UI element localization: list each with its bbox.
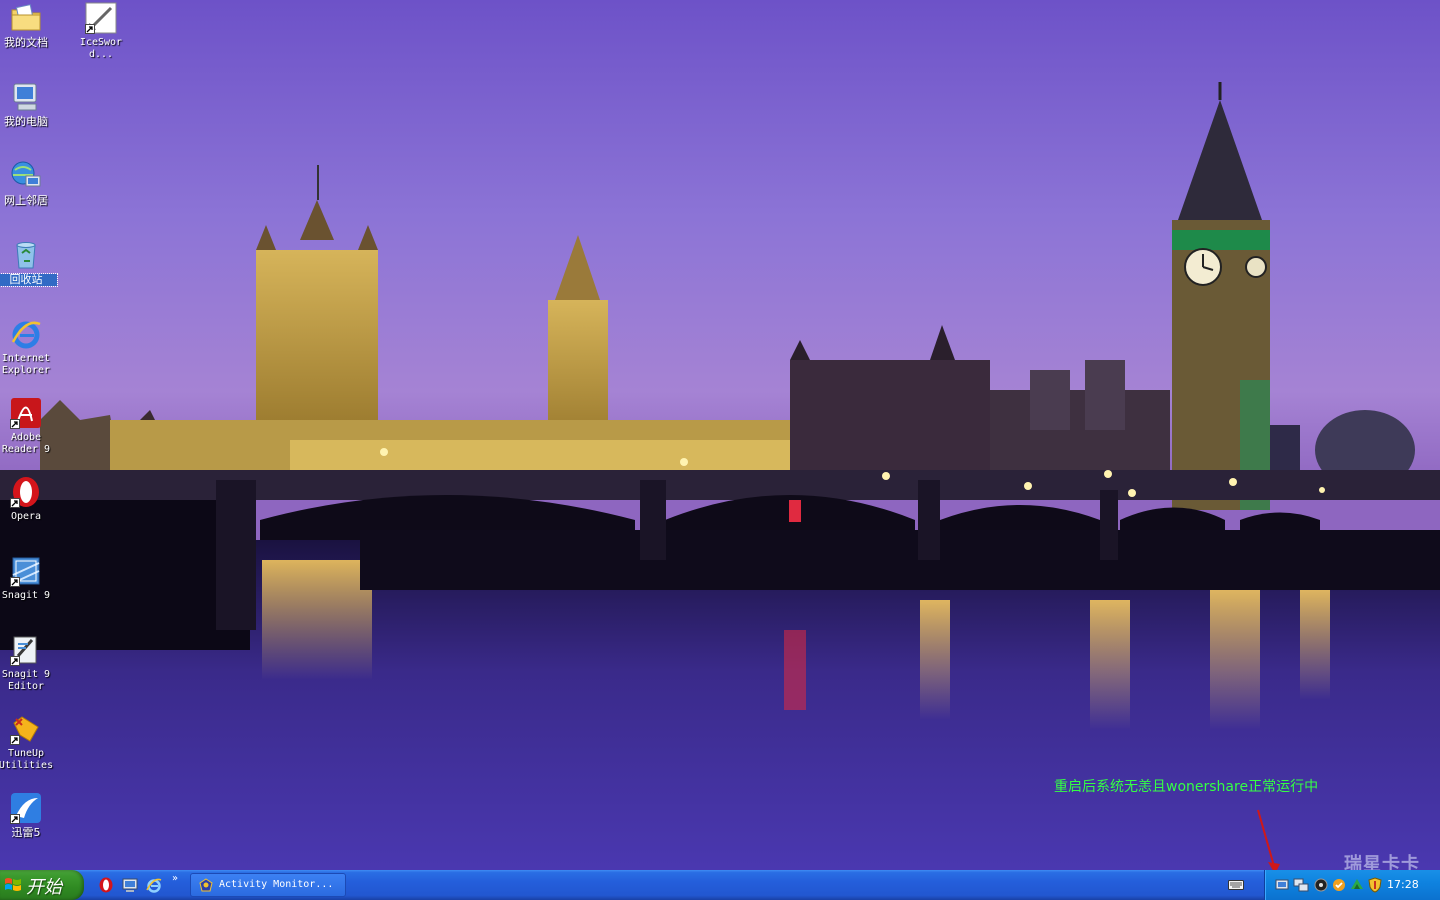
desktop-icon-label: IceSword...	[79, 37, 123, 60]
desktop-icon-my-documents[interactable]: 我的文档	[0, 2, 57, 49]
desktop-icon-icesword[interactable]: IceSword...	[70, 2, 132, 61]
icesword-icon	[85, 2, 117, 34]
adobe-reader-icon	[10, 397, 42, 429]
network-connection-icon[interactable]	[1293, 877, 1309, 893]
snagit-icon	[10, 555, 42, 587]
desktop-icon-recycle-bin[interactable]: 回收站	[0, 239, 58, 287]
taskbar-button-label: Activity Monitor...	[219, 879, 334, 890]
taskbar-button-activity-monitor[interactable]: Activity Monitor...	[190, 873, 346, 897]
desktop-icon-label: Snagit 9	[1, 590, 51, 601]
computer-icon	[10, 81, 42, 113]
keyboard-icon[interactable]	[1228, 879, 1244, 891]
taskbar: 开始 » Activity Monitor... 17:28	[0, 870, 1440, 900]
folder-documents-icon	[10, 2, 42, 34]
desktop-icon-tuneup[interactable]: TuneUp Utilities	[0, 713, 57, 772]
desktop-icon-snagit-editor[interactable]: Snagit 9 Editor	[0, 634, 57, 693]
quicklaunch-show-desktop-icon[interactable]	[122, 877, 138, 893]
desktop-icon-label: Internet Explorer	[1, 353, 51, 376]
antivirus-icon[interactable]	[1349, 877, 1365, 893]
desktop-icon-label: Snagit 9 Editor	[1, 669, 51, 692]
desktop-icon-network-places[interactable]: 网上邻居	[0, 160, 57, 207]
desktop-icon-adobe-reader[interactable]: Adobe Reader 9	[0, 397, 57, 456]
windows-flag-icon	[5, 878, 21, 891]
quicklaunch-more-chevron[interactable]: »	[172, 873, 178, 884]
start-label: 开始	[26, 877, 62, 898]
annotation-arrow-icon	[1257, 809, 1280, 874]
media-icon[interactable]	[1313, 877, 1329, 893]
shortcut-arrow-icon	[10, 656, 20, 666]
desktop-icon-label: TuneUp Utilities	[0, 748, 54, 771]
security-icon[interactable]	[1331, 877, 1347, 893]
desktop-icon-label: 迅雷5	[11, 826, 41, 839]
network-icon	[10, 160, 42, 192]
tuneup-icon	[10, 713, 42, 745]
system-clock: 17:28	[1387, 878, 1419, 891]
desktop-icon-label: 我的文档	[4, 36, 48, 49]
desktop-icon-xunlei[interactable]: 迅雷5	[0, 792, 57, 839]
desktop-icon-internet-explorer[interactable]: Internet Explorer	[0, 318, 57, 377]
shield-icon[interactable]	[1367, 877, 1383, 893]
network-connection-icon[interactable]	[1275, 877, 1291, 893]
recycle-bin-icon	[10, 239, 42, 271]
desktop-icon-label: Adobe Reader 9	[1, 432, 51, 455]
desktop-icon-snagit[interactable]: Snagit 9	[0, 555, 57, 602]
start-button[interactable]: 开始	[0, 870, 84, 900]
desktop-icon-label: 回收站	[0, 273, 58, 287]
opera-icon	[10, 476, 42, 508]
activity-monitor-icon	[199, 878, 213, 892]
desktop-icon-opera[interactable]: Opera	[0, 476, 57, 523]
shortcut-arrow-icon	[85, 24, 95, 34]
internet-explorer-icon	[10, 318, 42, 350]
desktop-icon-label: 网上邻居	[4, 194, 48, 207]
xunlei-icon	[10, 792, 42, 824]
desktop-icon-label: 我的电脑	[4, 115, 48, 128]
desktop-icon-my-computer[interactable]: 我的电脑	[0, 81, 57, 128]
shortcut-arrow-icon	[10, 419, 20, 429]
quicklaunch-internet-explorer-icon[interactable]	[146, 877, 162, 893]
shortcut-arrow-icon	[10, 577, 20, 587]
snagit-editor-icon	[10, 634, 42, 666]
quicklaunch-opera-icon[interactable]	[98, 877, 114, 893]
shortcut-arrow-icon	[10, 498, 20, 508]
annotation-text: 重启后系统无恙且wonershare正常运行中	[1054, 779, 1319, 795]
desktop-wallpaper	[0, 0, 1440, 870]
shortcut-arrow-icon	[10, 814, 20, 824]
shortcut-arrow-icon	[10, 735, 20, 745]
desktop-icon-label: Opera	[10, 511, 42, 522]
